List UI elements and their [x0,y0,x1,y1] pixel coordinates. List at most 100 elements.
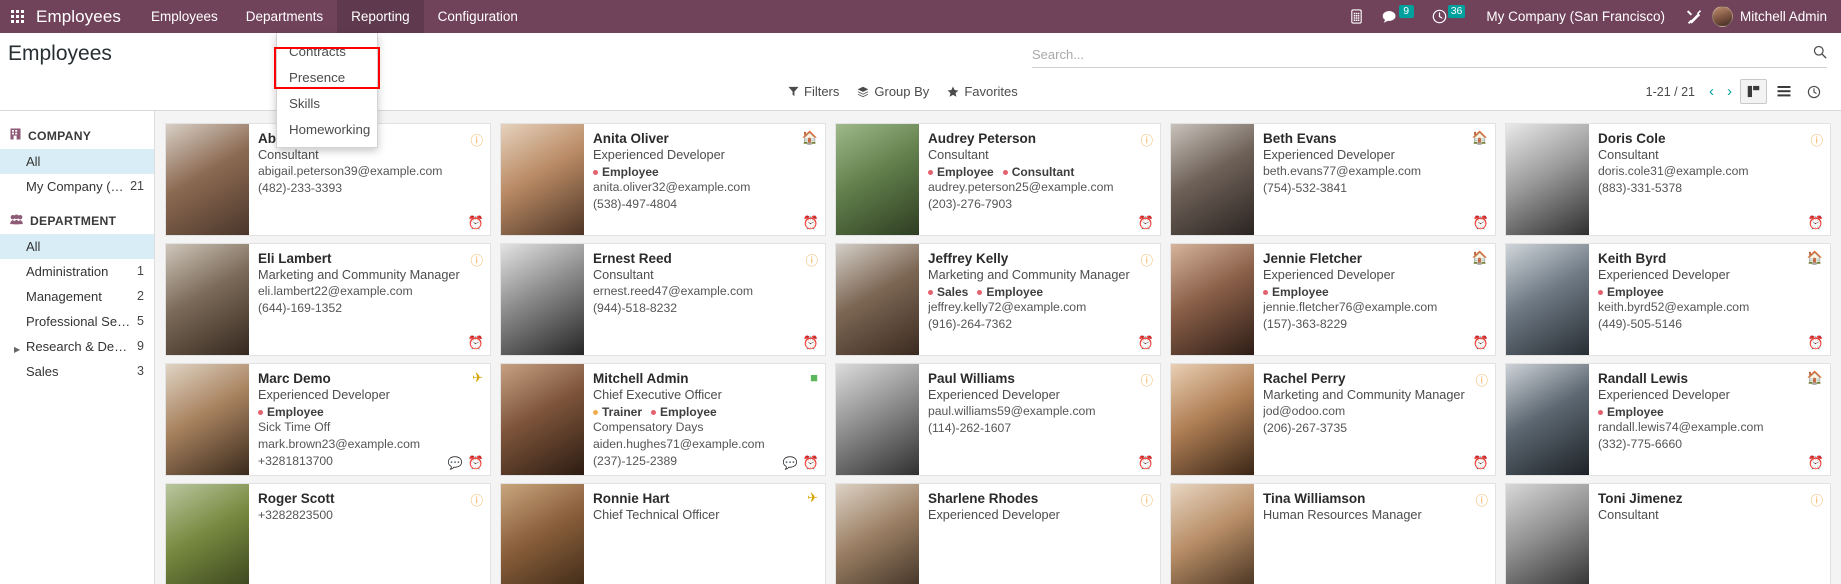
plane-icon[interactable]: ✈ [472,370,483,385]
pager-previous-button[interactable]: ‹ [1704,83,1719,100]
employee-card[interactable]: Paul Williams Experienced Developer paul… [835,363,1161,476]
home-icon[interactable]: 🏠 [802,130,818,145]
employee-status-icon[interactable]: ⓘ [805,250,818,269]
search-input[interactable] [1032,46,1807,62]
employee-status-icon[interactable]: 🏠 [802,130,818,146]
question-icon[interactable]: ⓘ [470,134,483,148]
question-icon[interactable]: ⓘ [470,494,483,508]
company-switcher[interactable]: My Company (San Francisco) [1474,9,1677,24]
employee-status-icon[interactable]: ⓘ [1140,250,1153,269]
employee-card[interactable]: Rachel Perry Marketing and Community Man… [1170,363,1496,476]
messages-counter[interactable]: 9 [1373,0,1423,33]
phone-icon[interactable] [1340,0,1373,33]
user-menu[interactable]: Mitchell Admin [1711,0,1841,33]
employee-status-icon[interactable]: ⓘ [470,490,483,509]
employee-card[interactable]: Jennie Fletcher Experienced Developer Em… [1170,243,1496,356]
employee-status-icon[interactable]: ⓘ [1140,370,1153,389]
reporting-dropdown-menu[interactable]: Contracts Presence Skills Homeworking [276,33,378,148]
employee-status-icon[interactable]: ✈ [807,490,818,506]
employee-card[interactable]: Beth Evans Experienced Developer beth.ev… [1170,123,1496,236]
home-icon[interactable]: 🏠 [1807,370,1823,385]
sidebar-company-all[interactable]: All [0,149,154,174]
search-bar[interactable] [1032,45,1827,68]
apps-grid-icon[interactable] [0,0,34,33]
dropdown-item-skills[interactable]: Skills [277,91,377,117]
employee-card[interactable]: Keith Byrd Experienced Developer Employe… [1505,243,1831,356]
nav-menu-reporting[interactable]: Reporting [337,0,424,33]
employee-card[interactable]: Jeffrey Kelly Marketing and Community Ma… [835,243,1161,356]
employee-card[interactable]: Roger Scott +3282823500 ⓘ [165,483,491,584]
employee-status-icon[interactable]: ■ [810,370,818,385]
sidebar-company-my-company[interactable]: My Company (San ... 21 [0,174,154,199]
sidebar-department-management[interactable]: Management 2 [0,284,154,309]
sidebar-department-professional-services[interactable]: Professional Services 5 [0,309,154,334]
pager-next-button[interactable]: › [1722,83,1737,100]
employee-status-icon[interactable]: ⓘ [1810,490,1823,509]
question-icon[interactable]: ⓘ [1140,494,1153,508]
clock-icon[interactable]: ⏰ [803,335,819,351]
sidebar-department-sales[interactable]: Sales 3 [0,359,154,384]
employee-card[interactable]: Sharlene Rhodes Experienced Developer ⓘ [835,483,1161,584]
tools-icon[interactable] [1677,0,1712,33]
chat-icon[interactable]: 💬 [783,456,798,470]
kanban-view-button[interactable] [1740,79,1767,104]
app-brand-employees[interactable]: Employees [34,7,137,27]
home-icon[interactable]: 🏠 [1807,250,1823,265]
employee-status-icon[interactable]: ⓘ [1475,370,1488,389]
employee-card[interactable]: Ronnie Hart Chief Technical Officer ✈ [500,483,826,584]
employee-card[interactable]: Anita Oliver Experienced Developer Emplo… [500,123,826,236]
employee-status-icon[interactable]: ⓘ [1475,490,1488,509]
clock-icon[interactable]: ⏰ [803,215,819,231]
status-badge[interactable]: ■ [810,370,818,385]
clock-icon[interactable]: ⏰ [1473,455,1489,471]
list-view-button[interactable] [1770,79,1797,104]
clock-icon[interactable]: ⏰ [1808,215,1824,231]
employee-card[interactable]: Marc Demo Experienced Developer Employee… [165,363,491,476]
question-icon[interactable]: ⓘ [805,254,818,268]
clock-icon[interactable]: ⏰ [803,455,819,471]
sidebar-department-research-development[interactable]: ▶ Research & Develop... 9 [0,334,154,359]
employee-card[interactable]: Randall Lewis Experienced Developer Empl… [1505,363,1831,476]
dropdown-item-presence[interactable]: Presence [277,65,377,91]
employee-status-icon[interactable]: 🏠 [1807,250,1823,266]
plane-icon[interactable]: ✈ [807,490,818,505]
question-icon[interactable]: ⓘ [1810,134,1823,148]
group-by-button[interactable]: Group By [857,84,929,99]
clock-icon[interactable]: ⏰ [1473,335,1489,351]
employee-status-icon[interactable]: ⓘ [1140,490,1153,509]
employee-status-icon[interactable]: ✈ [472,370,483,386]
filters-button[interactable]: Filters [788,84,839,99]
home-icon[interactable]: 🏠 [1472,130,1488,145]
search-icon[interactable] [1807,45,1827,63]
clock-icon[interactable]: ⏰ [1138,455,1154,471]
employee-status-icon[interactable]: ⓘ [470,130,483,149]
nav-menu-departments[interactable]: Departments [232,0,337,33]
employee-status-icon[interactable]: 🏠 [1807,370,1823,386]
nav-menu-employees[interactable]: Employees [137,0,232,33]
question-icon[interactable]: ⓘ [1140,374,1153,388]
question-icon[interactable]: ⓘ [1475,494,1488,508]
clock-icon[interactable]: ⏰ [1473,215,1489,231]
clock-icon[interactable]: ⏰ [468,455,484,471]
dropdown-item-contracts[interactable]: Contracts [277,39,377,65]
clock-icon[interactable]: ⏰ [1808,455,1824,471]
employee-card[interactable]: Tina Williamson Human Resources Manager … [1170,483,1496,584]
employee-status-icon[interactable]: ⓘ [470,250,483,269]
chevron-right-icon[interactable]: ▶ [14,341,20,358]
question-icon[interactable]: ⓘ [1810,494,1823,508]
clock-icon[interactable]: ⏰ [1138,335,1154,351]
sidebar-department-all[interactable]: All [0,234,154,259]
employee-status-icon[interactable]: 🏠 [1472,130,1488,146]
activities-counter[interactable]: 36 [1423,0,1475,33]
favorites-button[interactable]: Favorites [947,84,1018,99]
employee-card[interactable]: Mitchell Admin Chief Executive Officer T… [500,363,826,476]
question-icon[interactable]: ⓘ [1475,374,1488,388]
question-icon[interactable]: ⓘ [470,254,483,268]
employee-card[interactable]: Audrey Peterson Consultant Employee Cons… [835,123,1161,236]
sidebar-department-administration[interactable]: Administration 1 [0,259,154,284]
chat-icon[interactable]: 💬 [448,456,463,470]
employee-card[interactable]: Toni Jimenez Consultant ⓘ [1505,483,1831,584]
clock-icon[interactable]: ⏰ [468,335,484,351]
employee-status-icon[interactable]: ⓘ [1810,130,1823,149]
activity-view-button[interactable] [1800,79,1827,104]
